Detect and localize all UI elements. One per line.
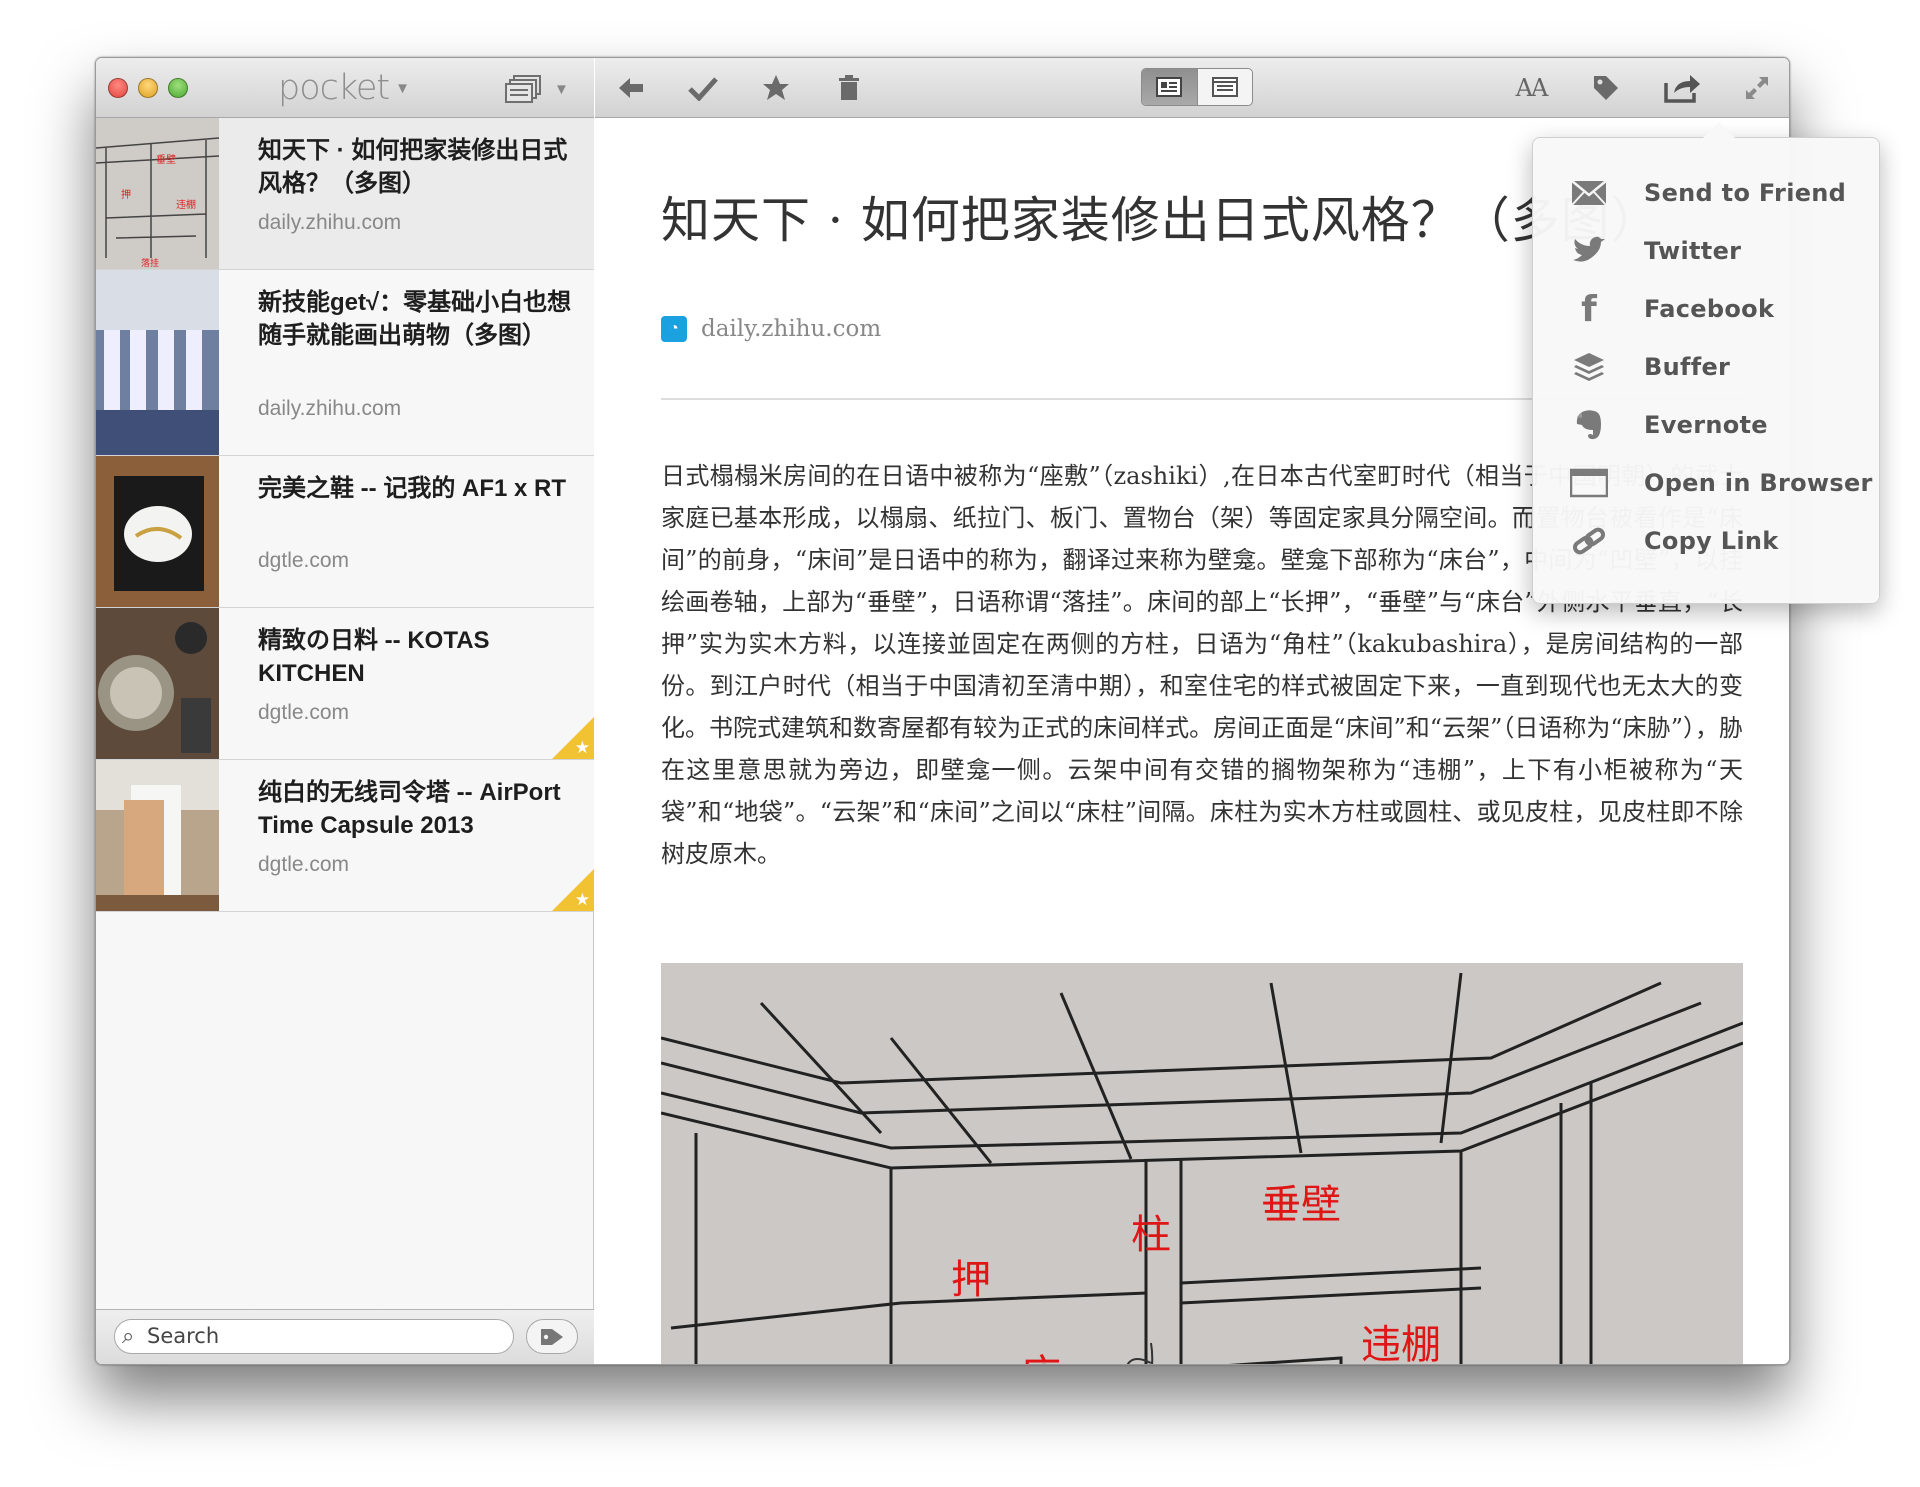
pocket-menu-button[interactable]: pocket ▼ <box>278 68 410 108</box>
tag-filter-button[interactable] <box>526 1319 578 1354</box>
share-item-label: Send to Friend <box>1644 179 1847 207</box>
item-domain: daily.zhihu.com <box>258 211 402 234</box>
star-icon: ★ <box>574 738 590 757</box>
share-copy-link[interactable]: Copy Link <box>1533 512 1881 570</box>
chevron-down-icon: ▼ <box>554 80 569 98</box>
article-figure: 垂壁 柱 押 床 违棚 <box>661 963 1743 1365</box>
list-item[interactable]: 垂壁 押 违棚 落挂 知天下 · 如何把家装修出日式风格？（多图） daily.… <box>96 118 594 270</box>
twitter-bird-icon <box>1569 231 1609 271</box>
browser-window-icon <box>1569 463 1609 503</box>
list-item[interactable]: 新技能get√：零基础小白也想随手就能画出萌物（多图） daily.zhihu.… <box>96 270 594 456</box>
popover-arrow <box>1703 122 1735 138</box>
font-size-button[interactable]: AA <box>1513 70 1549 106</box>
svg-text:违棚: 违棚 <box>176 198 196 211</box>
share-open-in-browser[interactable]: Open in Browser <box>1533 454 1881 512</box>
sidebar-toolbar: pocket ▼ ▼ <box>96 58 594 118</box>
list-item[interactable]: 完美之鞋 -- 记我的 AF1 x RT dgtle.com <box>96 456 594 608</box>
web-view-icon <box>1211 77 1238 97</box>
item-title: 知天下 · 如何把家装修出日式风格？（多图） <box>258 137 568 197</box>
share-item-label: Evernote <box>1644 411 1768 439</box>
search-icon: ⌕ <box>122 1323 135 1348</box>
tag-icon <box>1594 76 1618 100</box>
figure-label: 柱 <box>1131 1212 1171 1258</box>
article-source-domain: daily.zhihu.com <box>701 316 882 342</box>
back-arrow-icon[interactable] <box>613 70 649 106</box>
item-thumbnail <box>96 608 219 759</box>
evernote-elephant-icon <box>1569 405 1609 445</box>
share-evernote[interactable]: Evernote <box>1533 396 1881 454</box>
item-domain: dgtle.com <box>258 701 350 724</box>
share-menu: Send to Friend Twitter f Facebook Buffer… <box>1532 137 1880 604</box>
sidebar: pocket ▼ ▼ 垂壁 押 违棚 落挂 知天下 · 如何把家装修出日式风格？… <box>96 58 594 1364</box>
item-thumbnail <box>96 456 219 607</box>
svg-text:押: 押 <box>121 188 131 201</box>
article-source[interactable]: ◔ daily.zhihu.com <box>661 316 881 342</box>
share-send-to-friend[interactable]: Send to Friend <box>1533 164 1881 222</box>
trash-icon[interactable] <box>831 70 867 106</box>
item-thumbnail: 垂壁 押 违棚 落挂 <box>96 118 219 269</box>
figure-label: 垂壁 <box>1261 1182 1341 1228</box>
view-mode-toggle <box>1141 68 1253 106</box>
buffer-stack-icon <box>1569 347 1609 387</box>
item-title: 精致の日料 -- KOTAS KITCHEN <box>258 627 490 687</box>
article-view-button[interactable] <box>1142 69 1197 105</box>
figure-label: 押 <box>951 1257 991 1303</box>
tag-button[interactable] <box>1588 70 1624 106</box>
list-view-button[interactable]: ▼ <box>504 72 584 106</box>
share-twitter[interactable]: Twitter <box>1533 222 1881 280</box>
figure-label: 床 <box>1021 1352 1061 1365</box>
share-facebook[interactable]: f Facebook <box>1533 280 1881 338</box>
share-icon <box>1664 75 1700 103</box>
chevron-down-icon: ▼ <box>395 79 411 97</box>
star-icon: ★ <box>574 890 590 909</box>
item-title: 完美之鞋 -- 记我的 AF1 x RT <box>258 475 567 502</box>
item-title: 纯白的无线司令塔 -- AirPort Time Capsule 2013 <box>258 779 561 839</box>
item-thumbnail <box>96 270 219 455</box>
tag-icon <box>541 1328 563 1345</box>
item-title: 新技能get√：零基础小白也想随手就能画出萌物（多图） <box>258 289 572 349</box>
star-icon[interactable] <box>758 70 794 106</box>
link-icon <box>1569 521 1609 561</box>
search-input[interactable]: Search <box>114 1319 514 1354</box>
facebook-f-icon: f <box>1581 288 1597 330</box>
site-favicon-icon: ◔ <box>661 316 687 342</box>
item-domain: dgtle.com <box>258 549 350 572</box>
svg-text:垂壁: 垂壁 <box>156 153 176 166</box>
stacked-list-icon <box>505 75 541 103</box>
checkmark-icon[interactable] <box>685 70 721 106</box>
article-view-icon <box>1156 77 1183 97</box>
app-logo: pocket <box>278 68 390 108</box>
share-item-label: Open in Browser <box>1644 469 1873 497</box>
figure-label: 违棚 <box>1361 1322 1441 1365</box>
item-thumbnail <box>96 760 219 911</box>
share-item-label: Buffer <box>1644 353 1731 381</box>
svg-text:落挂: 落挂 <box>141 257 159 268</box>
minimize-window-button[interactable] <box>138 78 158 98</box>
list-item[interactable]: 纯白的无线司令塔 -- AirPort Time Capsule 2013 dg… <box>96 760 594 912</box>
list-item[interactable]: 精致の日料 -- KOTAS KITCHEN dgtle.com ★ <box>96 608 594 760</box>
item-domain: daily.zhihu.com <box>258 397 402 420</box>
reader-toolbar: AA <box>595 58 1789 118</box>
font-size-icon: AA <box>1515 74 1549 102</box>
share-item-label: Copy Link <box>1644 527 1779 555</box>
zoom-window-button[interactable] <box>168 78 188 98</box>
close-window-button[interactable] <box>108 78 128 98</box>
share-buffer[interactable]: Buffer <box>1533 338 1881 396</box>
share-button[interactable] <box>1661 66 1705 110</box>
search-bar: Search ⌕ <box>96 1309 594 1364</box>
share-item-label: Facebook <box>1644 295 1775 323</box>
envelope-icon <box>1569 173 1609 213</box>
share-item-label: Twitter <box>1644 237 1742 265</box>
item-domain: dgtle.com <box>258 853 350 876</box>
web-view-button[interactable] <box>1196 69 1252 105</box>
fullscreen-icon[interactable] <box>1739 70 1775 106</box>
